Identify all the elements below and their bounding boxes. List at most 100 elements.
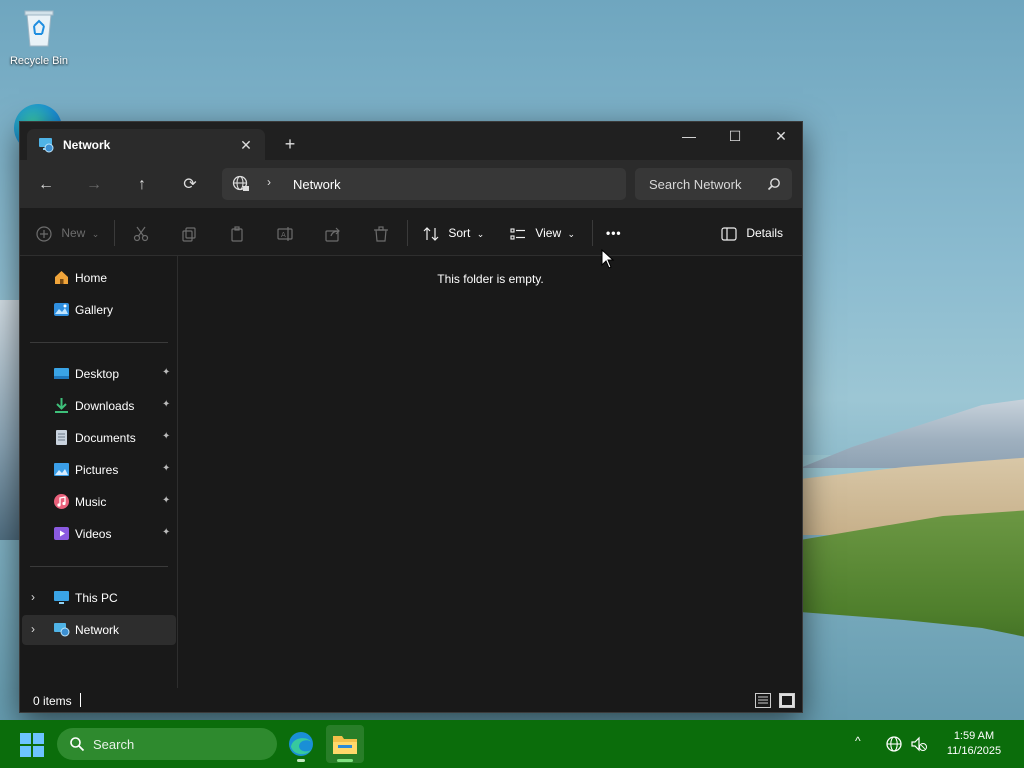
- music-icon: [54, 494, 69, 509]
- desktop-folder-icon: [54, 368, 69, 379]
- sidebar-item-label: Music: [75, 495, 107, 509]
- pin-icon: ✦: [162, 367, 171, 378]
- sidebar-item-label: This PC: [75, 591, 118, 605]
- view-button[interactable]: View ⌄: [510, 222, 575, 244]
- command-separator: [407, 220, 408, 246]
- sidebar-item-label: Pictures: [75, 463, 119, 477]
- view-label: View: [535, 226, 562, 240]
- expand-chevron-icon[interactable]: ›: [31, 622, 35, 636]
- sort-chevron-down-icon: ⌄: [476, 229, 485, 239]
- refresh-button[interactable]: ⟳: [176, 172, 204, 198]
- sidebar-item-label: Downloads: [75, 399, 135, 413]
- desktop-recycle-bin[interactable]: Recycle Bin: [4, 6, 74, 67]
- new-button[interactable]: New ⌄: [36, 222, 99, 244]
- search-placeholder: Search Network: [649, 177, 742, 192]
- pin-icon: ✦: [162, 495, 171, 506]
- status-bar: 0 items: [20, 688, 802, 712]
- sidebar-item-pictures[interactable]: Pictures ✦: [22, 455, 176, 485]
- network-icon: [39, 138, 54, 153]
- running-indicator: [297, 759, 305, 762]
- delete-button[interactable]: [373, 222, 389, 244]
- address-bar[interactable]: › Network: [222, 168, 626, 200]
- navigation-pane: Home Gallery Desktop ✦ Downloads ✦ Docum…: [20, 256, 178, 688]
- sort-button[interactable]: Sort ⌄: [423, 222, 484, 244]
- wallpaper-mountain: [800, 398, 1024, 468]
- home-icon: [55, 271, 68, 284]
- sidebar-item-label: Desktop: [75, 367, 120, 381]
- sidebar-item-music[interactable]: Music ✦: [22, 487, 176, 517]
- gallery-icon: [54, 303, 69, 316]
- windows-start-icon[interactable]: [20, 733, 44, 757]
- details-view-lines-icon: [758, 696, 768, 704]
- details-label: Details: [746, 226, 784, 240]
- taskbar-clock[interactable]: 1:59 AM 11/16/2025: [932, 729, 1016, 759]
- share-icon: [325, 227, 340, 242]
- breadcrumb-network[interactable]: Network: [293, 177, 341, 192]
- minimize-button[interactable]: —: [666, 122, 712, 152]
- sidebar-item-label: Gallery: [75, 303, 114, 317]
- navigation-bar: ← → ↑ ⟳ › Network Search Network: [20, 160, 802, 208]
- empty-folder-message: This folder is empty.: [437, 272, 544, 286]
- tab-close-button[interactable]: ✕: [236, 135, 256, 155]
- command-separator: [114, 220, 115, 246]
- up-button[interactable]: ↑: [128, 172, 156, 198]
- pin-icon: ✦: [162, 399, 171, 410]
- sidebar-item-gallery[interactable]: Gallery: [22, 295, 176, 325]
- edge-icon: [289, 732, 313, 756]
- sidebar-divider: [30, 566, 168, 567]
- pin-icon: ✦: [162, 527, 171, 538]
- file-explorer-window: Network ✕ + — ☐ ✕ ← → ↑ ⟳ › Network Sear…: [19, 121, 803, 713]
- back-button[interactable]: ←: [32, 172, 60, 198]
- copy-button[interactable]: [181, 222, 197, 244]
- pin-icon: ✦: [162, 431, 171, 442]
- command-separator: [592, 220, 593, 246]
- sidebar-item-label: Videos: [75, 527, 112, 541]
- rename-button[interactable]: A: [277, 222, 293, 244]
- share-button[interactable]: [325, 222, 341, 244]
- expand-chevron-icon[interactable]: ›: [31, 590, 35, 604]
- view-chevron-down-icon: ⌄: [567, 229, 576, 239]
- breadcrumb-chevron-icon[interactable]: ›: [267, 175, 271, 189]
- details-pane-button[interactable]: Details: [721, 222, 783, 244]
- taskbar-search[interactable]: Search: [57, 728, 277, 760]
- sidebar-item-documents[interactable]: Documents ✦: [22, 423, 176, 453]
- see-more-button[interactable]: •••: [606, 222, 622, 244]
- tray-overflow-chevron[interactable]: ^: [855, 734, 861, 748]
- sidebar-item-desktop[interactable]: Desktop ✦: [22, 359, 176, 389]
- recycle-bin-label: Recycle Bin: [9, 55, 69, 67]
- tiles-view-icon[interactable]: [779, 693, 795, 708]
- tray-network-icon[interactable]: [885, 735, 903, 753]
- command-bar: New ⌄ A Sort ⌄ View ⌄ ••• Details: [20, 208, 802, 256]
- close-window-button[interactable]: ✕: [758, 122, 804, 152]
- details-view-icon[interactable]: [755, 693, 771, 708]
- forward-button[interactable]: →: [80, 172, 108, 198]
- scissors-icon: [133, 226, 149, 241]
- maximize-button[interactable]: ☐: [712, 122, 758, 152]
- search-icon: [70, 737, 85, 752]
- search-box[interactable]: Search Network: [635, 168, 792, 200]
- item-count: 0 items: [33, 694, 72, 708]
- sidebar-item-this-pc[interactable]: › This PC: [22, 583, 176, 613]
- status-divider: [80, 693, 81, 707]
- tray-volume-muted-icon[interactable]: [910, 735, 928, 753]
- downloads-icon: [55, 398, 68, 413]
- sidebar-item-videos[interactable]: Videos ✦: [22, 519, 176, 549]
- taskbar-file-explorer[interactable]: [326, 725, 364, 763]
- taskbar-edge[interactable]: [282, 725, 320, 763]
- svg-text:A: A: [281, 231, 286, 239]
- network-icon: [54, 623, 70, 637]
- new-tab-button[interactable]: +: [278, 132, 302, 156]
- sidebar-item-downloads[interactable]: Downloads ✦: [22, 391, 176, 421]
- tab-title: Network: [63, 138, 111, 152]
- sidebar-item-network[interactable]: › Network: [22, 615, 176, 645]
- paste-clipboard-icon: [231, 226, 243, 242]
- details-pane-icon: [721, 227, 737, 241]
- paste-button[interactable]: [229, 222, 245, 244]
- cut-button[interactable]: [133, 222, 149, 244]
- tab-network[interactable]: Network ✕: [27, 129, 265, 160]
- clock-time: 1:59 AM: [953, 730, 995, 742]
- sidebar-item-label: Home: [75, 271, 108, 285]
- globe-network-icon: [232, 175, 249, 191]
- file-list-area[interactable]: This folder is empty.: [179, 256, 802, 688]
- sidebar-item-home[interactable]: Home: [22, 263, 176, 293]
